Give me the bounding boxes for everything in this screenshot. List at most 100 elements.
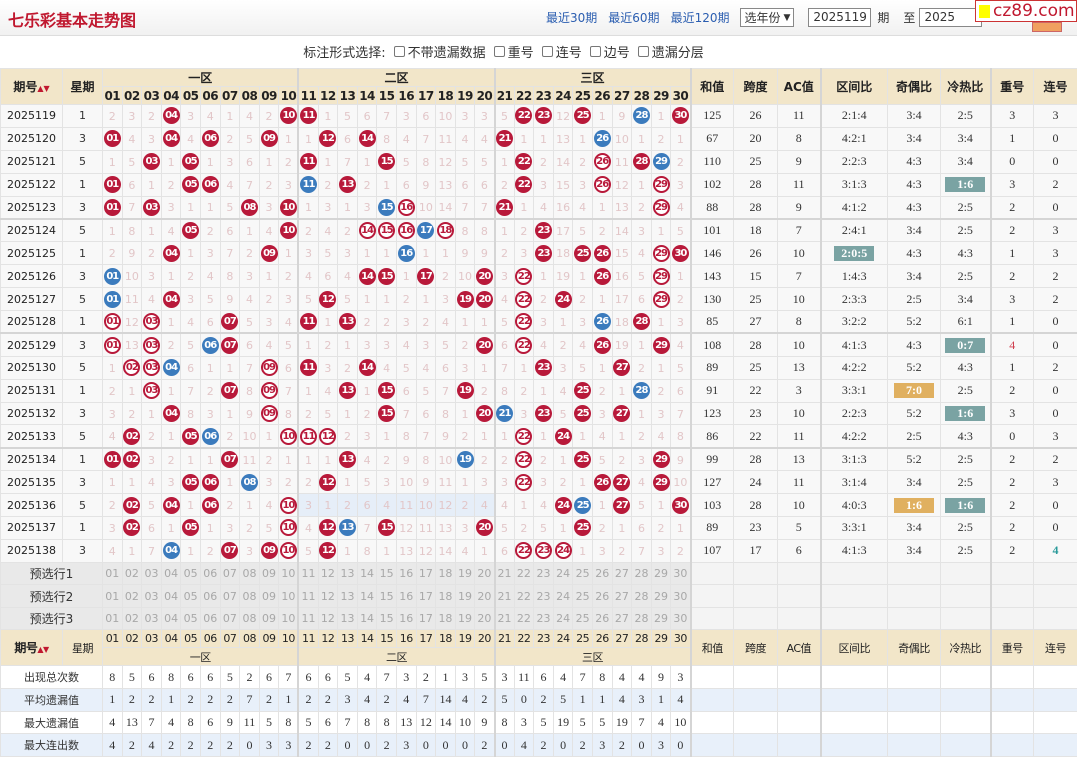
preselect-number[interactable]: 19 [454, 561, 476, 586]
preselect-number[interactable]: 09 [258, 584, 280, 608]
preselect-number[interactable]: 02 [121, 561, 143, 586]
preselect-number[interactable]: 04 [160, 584, 182, 608]
column-issue[interactable]: 期号▲▼ [0, 68, 63, 105]
preselect-number[interactable]: 24 [552, 561, 574, 586]
preselect-number[interactable]: 17 [415, 606, 437, 631]
preselect-number[interactable]: 29 [650, 606, 672, 631]
option-no-omission[interactable]: 不带遗漏数据 [393, 42, 486, 61]
checkbox[interactable] [637, 45, 649, 57]
recent-60-link[interactable]: 最近60期 [608, 9, 659, 26]
preselect-number[interactable]: 22 [513, 561, 535, 586]
checkbox[interactable] [493, 45, 505, 57]
preselect-number[interactable]: 11 [297, 584, 319, 608]
preselect-number[interactable]: 27 [611, 606, 633, 631]
preselect-number[interactable]: 24 [552, 584, 574, 608]
preselect-number[interactable]: 16 [395, 561, 417, 586]
preselect-number[interactable]: 01 [102, 584, 123, 608]
query-button[interactable] [1032, 22, 1062, 32]
preselect-number[interactable]: 13 [337, 561, 358, 586]
preselect-number[interactable]: 30 [670, 584, 692, 608]
preselect-number[interactable]: 24 [552, 606, 574, 631]
preselect-number[interactable]: 03 [141, 561, 162, 586]
preselect-number[interactable]: 01 [102, 561, 123, 586]
preselect-number[interactable]: 15 [376, 606, 397, 631]
preselect-number[interactable]: 03 [141, 584, 162, 608]
preselect-number[interactable]: 13 [337, 584, 358, 608]
preselect-number[interactable]: 30 [670, 606, 692, 631]
preselect-number[interactable]: 28 [631, 561, 652, 586]
from-issue-input[interactable]: 2025119 [808, 8, 872, 27]
preselect-number[interactable]: 21 [494, 584, 515, 608]
preselect-number[interactable]: 06 [199, 561, 221, 586]
checkbox[interactable] [393, 45, 405, 57]
preselect-number[interactable]: 27 [611, 584, 633, 608]
preselect-number[interactable]: 14 [356, 584, 378, 608]
preselect-number[interactable]: 17 [415, 584, 437, 608]
sort-icon[interactable]: ▲▼ [37, 645, 49, 654]
preselect-number[interactable]: 17 [415, 561, 437, 586]
preselect-number[interactable]: 10 [278, 561, 300, 586]
recent-120-link[interactable]: 最近120期 [671, 9, 730, 26]
preselect-number[interactable]: 19 [454, 584, 476, 608]
preselect-number[interactable]: 12 [317, 584, 339, 608]
preselect-number[interactable]: 29 [650, 561, 672, 586]
column-issue[interactable]: 期号▲▼ [0, 629, 63, 667]
preselect-number[interactable]: 22 [513, 584, 535, 608]
to-issue-input[interactable]: 2025 [919, 8, 983, 27]
preselect-number[interactable]: 03 [141, 606, 162, 631]
preselect-number[interactable]: 02 [121, 606, 143, 631]
preselect-number[interactable]: 16 [395, 606, 417, 631]
preselect-number[interactable]: 04 [160, 606, 182, 631]
preselect-number[interactable]: 05 [180, 584, 201, 608]
preselect-number[interactable]: 25 [572, 561, 593, 586]
preselect-number[interactable]: 11 [297, 606, 319, 631]
preselect-number[interactable]: 21 [494, 606, 515, 631]
preselect-number[interactable]: 12 [317, 561, 339, 586]
preselect-number[interactable]: 08 [239, 606, 260, 631]
checkbox[interactable] [541, 45, 553, 57]
preselect-number[interactable]: 26 [591, 561, 613, 586]
preselect-number[interactable]: 07 [219, 561, 241, 586]
preselect-number[interactable]: 23 [533, 561, 554, 586]
preselect-number[interactable]: 13 [337, 606, 358, 631]
preselect-number[interactable]: 19 [454, 606, 476, 631]
option-omission-layer[interactable]: 遗漏分层 [637, 42, 704, 61]
preselect-number[interactable]: 23 [533, 606, 554, 631]
preselect-number[interactable]: 26 [591, 606, 613, 631]
preselect-number[interactable]: 23 [533, 584, 554, 608]
preselect-number[interactable]: 05 [180, 561, 201, 586]
option-edge[interactable]: 边号 [589, 42, 630, 61]
preselect-number[interactable]: 20 [474, 606, 496, 631]
preselect-number[interactable]: 10 [278, 584, 300, 608]
preselect-number[interactable]: 14 [356, 606, 378, 631]
preselect-number[interactable]: 18 [435, 584, 456, 608]
preselect-number[interactable]: 28 [631, 584, 652, 608]
year-select[interactable]: 选年份 ▼ [740, 8, 795, 27]
preselect-number[interactable]: 05 [180, 606, 201, 631]
sort-icon[interactable]: ▲▼ [37, 84, 49, 93]
preselect-number[interactable]: 22 [513, 606, 535, 631]
preselect-number[interactable]: 09 [258, 561, 280, 586]
preselect-number[interactable]: 10 [278, 606, 300, 631]
preselect-number[interactable]: 18 [435, 606, 456, 631]
preselect-number[interactable]: 30 [670, 561, 692, 586]
option-consecutive[interactable]: 连号 [541, 42, 582, 61]
preselect-number[interactable]: 01 [102, 606, 123, 631]
preselect-number[interactable]: 21 [494, 561, 515, 586]
option-repeat[interactable]: 重号 [493, 42, 534, 61]
preselect-number[interactable]: 09 [258, 606, 280, 631]
preselect-number[interactable]: 08 [239, 561, 260, 586]
preselect-number[interactable]: 12 [317, 606, 339, 631]
preselect-number[interactable]: 11 [297, 561, 319, 586]
preselect-number[interactable]: 08 [239, 584, 260, 608]
preselect-number[interactable]: 06 [199, 606, 221, 631]
preselect-number[interactable]: 06 [199, 584, 221, 608]
preselect-number[interactable]: 20 [474, 584, 496, 608]
preselect-number[interactable]: 29 [650, 584, 672, 608]
preselect-number[interactable]: 25 [572, 584, 593, 608]
preselect-number[interactable]: 07 [219, 606, 241, 631]
preselect-number[interactable]: 14 [356, 561, 378, 586]
preselect-number[interactable]: 15 [376, 584, 397, 608]
preselect-number[interactable]: 26 [591, 584, 613, 608]
preselect-number[interactable]: 04 [160, 561, 182, 586]
